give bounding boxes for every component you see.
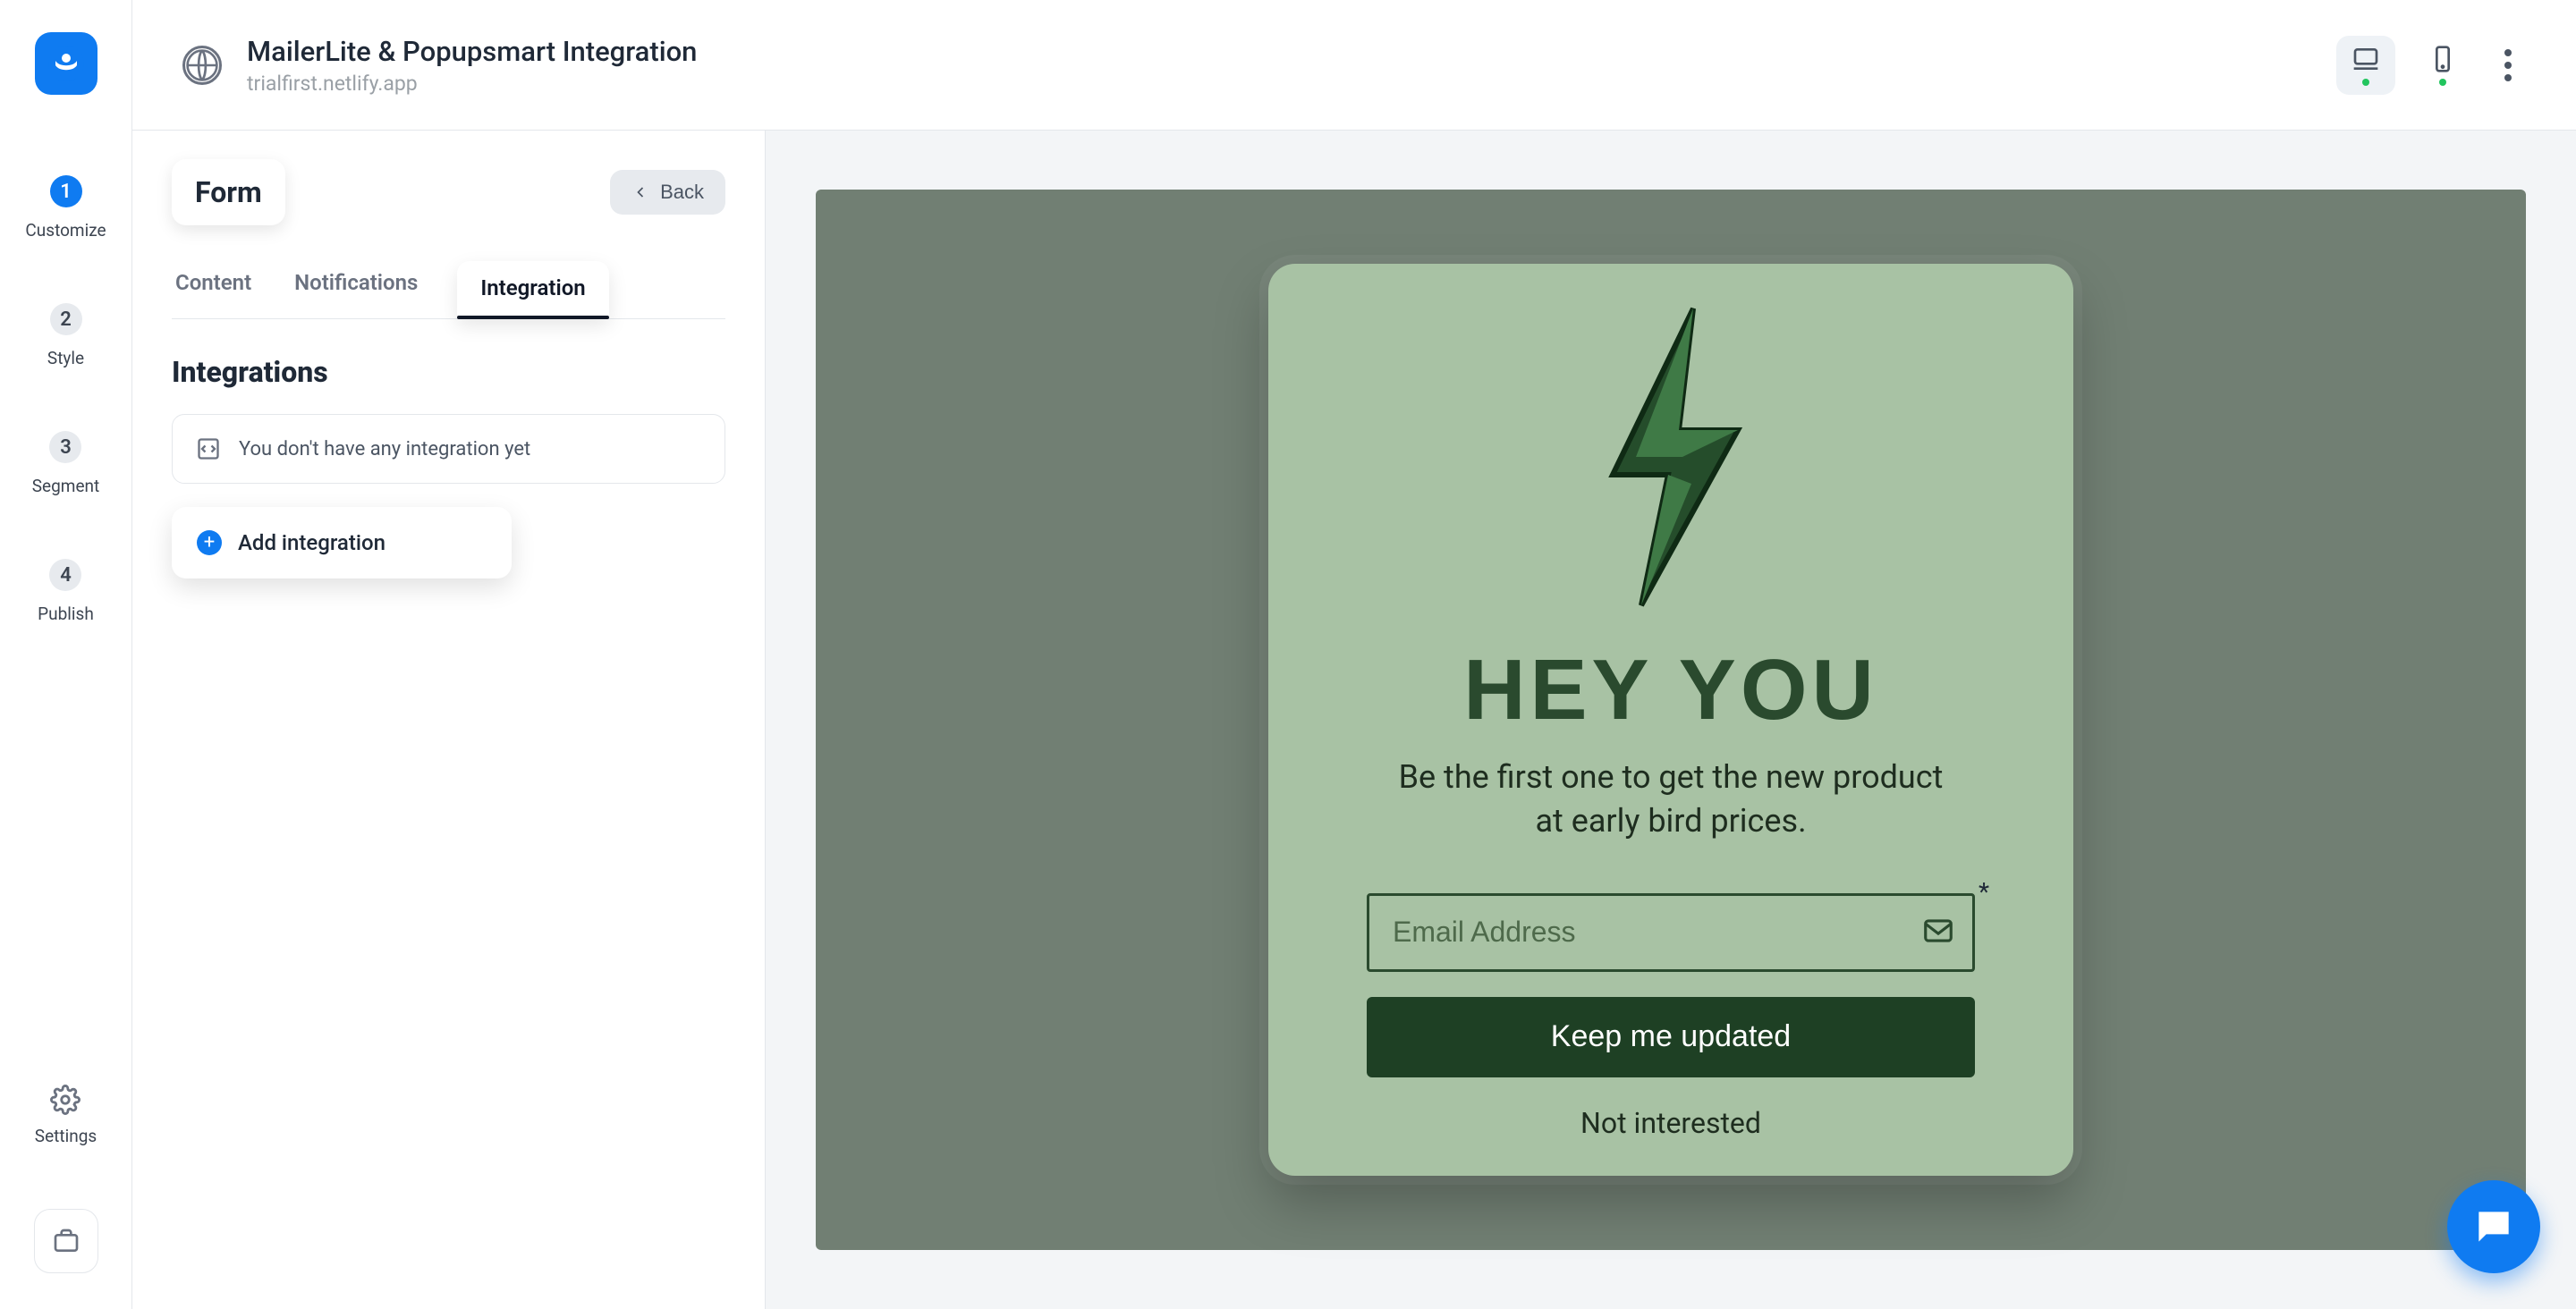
settings-label: Settings — [35, 1126, 97, 1146]
panel-tabs: Content Notifications Integration — [172, 261, 725, 319]
add-integration-button[interactable]: + Add integration — [172, 507, 512, 578]
add-integration-label: Add integration — [238, 530, 386, 555]
status-dot — [2439, 79, 2446, 86]
email-input[interactable] — [1367, 893, 1975, 972]
back-button[interactable]: Back — [610, 170, 725, 215]
popup-heading: HEY YOU — [1463, 641, 1878, 739]
tab-notifications[interactable]: Notifications — [291, 261, 421, 318]
step-style[interactable]: 2 Style — [47, 303, 84, 368]
dismiss-link[interactable]: Not interested — [1580, 1106, 1761, 1140]
back-label: Back — [660, 181, 704, 204]
chat-icon — [2471, 1204, 2516, 1249]
globe-icon — [185, 46, 219, 85]
panel-chip: Form — [172, 159, 285, 225]
preview-canvas: HEY YOU Be the first one to get the new … — [766, 131, 2576, 1309]
step-publish[interactable]: 4 Publish — [38, 559, 94, 624]
empty-integrations-box: You don't have any integration yet — [172, 414, 725, 484]
step-label: Segment — [32, 476, 99, 496]
dot-icon — [2504, 62, 2512, 69]
empty-message: You don't have any integration yet — [239, 438, 530, 460]
page-subtitle: trialfirst.netlify.app — [247, 72, 697, 96]
step-label: Style — [47, 348, 84, 368]
plus-icon: + — [197, 530, 222, 555]
gear-icon — [50, 1085, 80, 1115]
briefcase-icon — [52, 1227, 80, 1255]
workspace-button[interactable] — [34, 1209, 98, 1273]
device-mobile-button[interactable] — [2413, 36, 2472, 95]
section-title: Integrations — [172, 355, 725, 389]
required-asterisk: * — [1979, 877, 1989, 907]
step-customize[interactable]: 1 Customize — [25, 175, 106, 241]
arrow-left-icon — [631, 183, 649, 201]
title-block: MailerLite & Popupsmart Integration tria… — [247, 35, 697, 96]
tab-integration[interactable]: Integration — [457, 261, 608, 318]
tab-content[interactable]: Content — [172, 261, 255, 318]
code-icon — [196, 436, 221, 461]
popup-preview: HEY YOU Be the first one to get the new … — [1268, 264, 2073, 1175]
mail-icon — [1921, 914, 1955, 951]
step-number: 3 — [49, 431, 81, 463]
desktop-icon — [2351, 45, 2380, 73]
step-label: Publish — [38, 604, 94, 624]
page-title: MailerLite & Popupsmart Integration — [247, 35, 697, 68]
app-logo[interactable] — [35, 32, 97, 95]
step-label: Customize — [25, 220, 106, 241]
step-number: 1 — [50, 175, 82, 207]
step-number: 2 — [50, 303, 82, 335]
device-desktop-button[interactable] — [2336, 36, 2395, 95]
preview-stage: HEY YOU Be the first one to get the new … — [816, 190, 2526, 1250]
dot-icon — [2504, 49, 2512, 56]
logo-icon — [47, 44, 86, 83]
more-menu-button[interactable] — [2490, 47, 2526, 83]
settings-button[interactable]: Settings — [35, 1085, 97, 1146]
popup-subtext: Be the first one to get the new product … — [1385, 756, 1957, 842]
step-number: 4 — [49, 559, 81, 591]
submit-button[interactable]: Keep me updated — [1367, 997, 1975, 1077]
mobile-icon — [2428, 45, 2457, 73]
chat-launcher[interactable] — [2447, 1180, 2540, 1273]
site-icon[interactable] — [182, 46, 222, 85]
dot-icon — [2504, 74, 2512, 81]
bolt-icon — [1581, 305, 1760, 609]
step-segment[interactable]: 3 Segment — [32, 431, 99, 496]
status-dot — [2362, 79, 2369, 86]
